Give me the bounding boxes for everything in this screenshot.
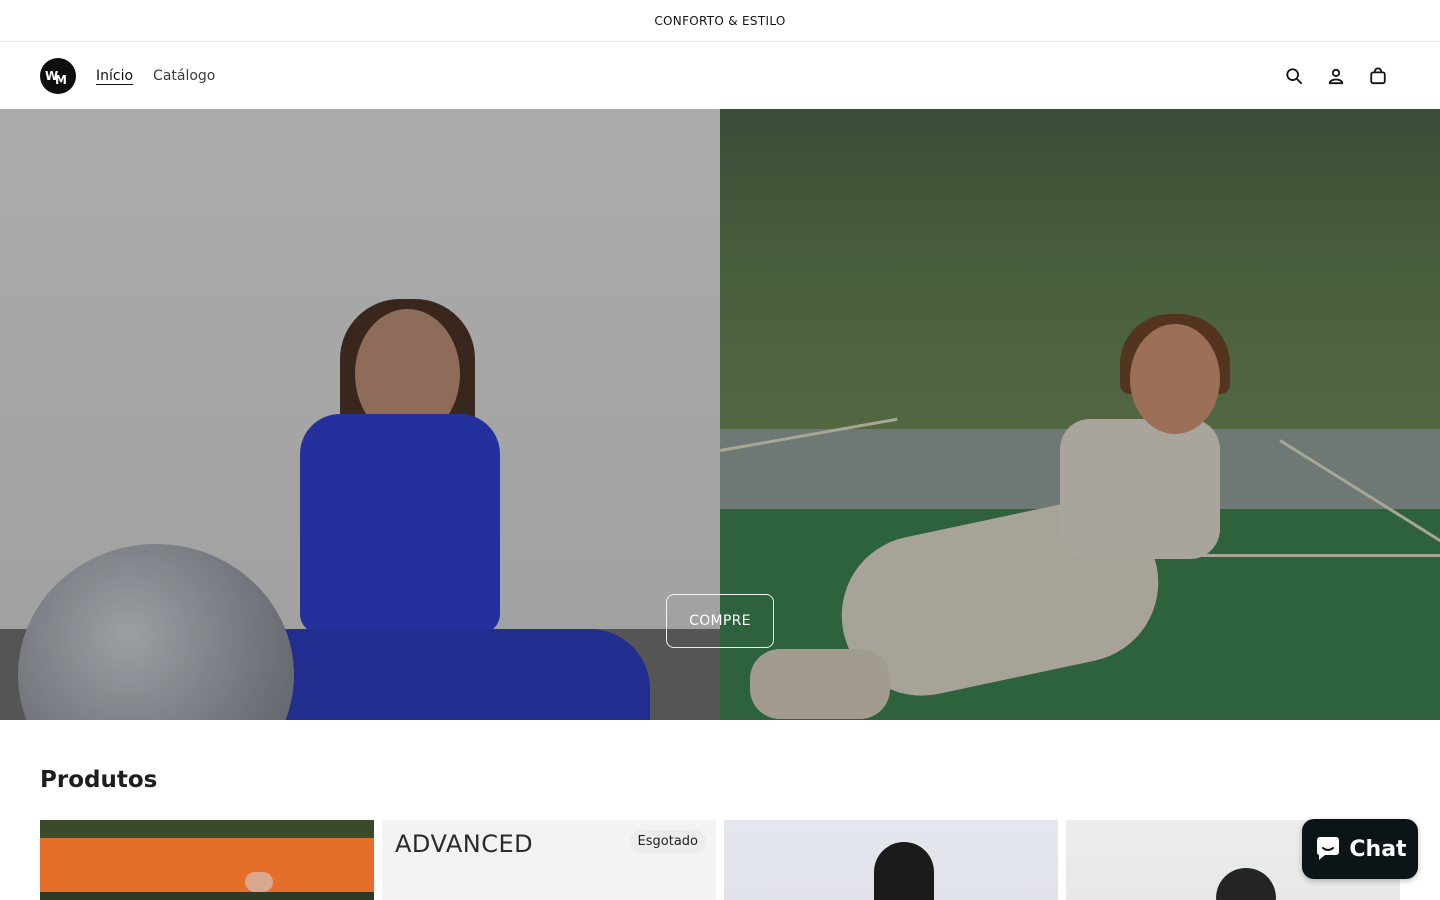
- nav-link-inicio[interactable]: Início: [96, 68, 133, 84]
- svg-text:M: M: [55, 73, 67, 86]
- shop-now-button[interactable]: COMPRE: [666, 594, 774, 648]
- chat-label: Chat: [1349, 836, 1407, 862]
- wm-monogram-logo-icon: W M: [45, 69, 67, 86]
- announcement-bar: CONFORTO & ESTILO: [0, 0, 1440, 42]
- hero-banner: COMPRE: [0, 109, 1440, 720]
- product-card[interactable]: [724, 820, 1058, 900]
- chat-button[interactable]: Chat: [1302, 819, 1418, 879]
- product-card[interactable]: [40, 820, 374, 900]
- product-grid: ADVANCED Esgotado: [40, 820, 1400, 900]
- product-card-title: ADVANCED: [395, 830, 534, 858]
- product-card[interactable]: ADVANCED Esgotado: [382, 820, 716, 900]
- chat-bubble-icon: [1317, 837, 1340, 860]
- account-icon[interactable]: [1326, 66, 1346, 86]
- announcement-text: CONFORTO & ESTILO: [654, 13, 786, 28]
- products-heading: Produtos: [40, 767, 158, 793]
- nav-link-catalogo[interactable]: Catálogo: [153, 68, 215, 84]
- hero-image-right: [719, 109, 1440, 720]
- cart-icon[interactable]: [1368, 66, 1388, 86]
- search-icon[interactable]: [1284, 66, 1304, 86]
- products-section: Produtos ADVANCED Esgotado: [0, 767, 1440, 900]
- sold-out-badge: Esgotado: [629, 830, 706, 853]
- store-logo[interactable]: W M: [40, 57, 76, 94]
- site-header: W M Início Catálogo: [0, 42, 1440, 109]
- hero-image-left: [0, 109, 720, 720]
- header-icons: [1284, 42, 1388, 109]
- main-nav: Início Catálogo: [96, 68, 215, 84]
